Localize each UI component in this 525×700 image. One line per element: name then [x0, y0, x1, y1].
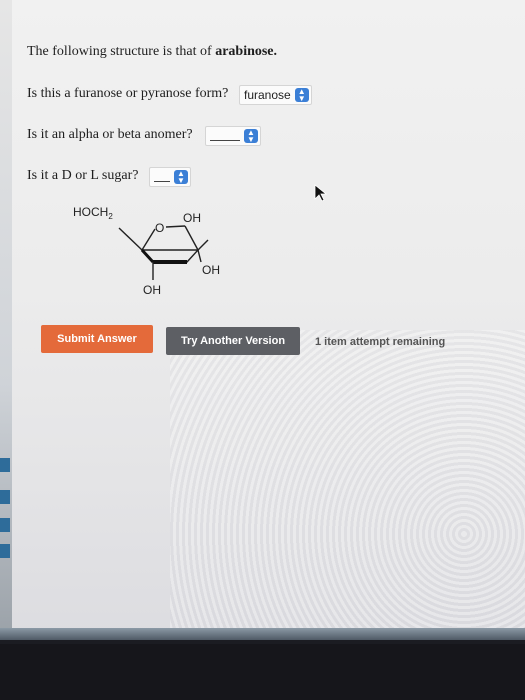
- question-ring-form: Is this a furanose or pyranose form?: [27, 86, 229, 101]
- d-l-select-empty: [154, 173, 170, 182]
- attempts-remaining: 1 item attempt remaining: [315, 336, 446, 348]
- browser-screen: The following structure is that of arabi…: [0, 0, 525, 640]
- screen-glare: [170, 330, 525, 640]
- chevron-updown-icon: ▲ ▼: [174, 170, 188, 185]
- submit-answer-button[interactable]: Submit Answer: [41, 325, 153, 353]
- monitor-frame: [0, 644, 525, 700]
- side-tab-1[interactable]: [0, 458, 10, 472]
- hoch2-label: HOCH2: [73, 205, 113, 221]
- side-tab-3[interactable]: [0, 518, 10, 532]
- side-tab-4[interactable]: [0, 544, 10, 558]
- try-another-version-button[interactable]: Try Another Version: [166, 327, 300, 355]
- anomer-select[interactable]: ▲ ▼: [205, 126, 261, 146]
- intro-text: The following structure is that of arabi…: [27, 44, 278, 59]
- oh-right-label: OH: [202, 263, 220, 277]
- anomer-select-empty: [210, 132, 240, 141]
- oh-top-label: OH: [183, 211, 201, 225]
- question-d-l: Is it a D or L sugar?: [27, 168, 139, 183]
- chevron-updown-icon: ▲ ▼: [244, 129, 258, 144]
- arabinose-structure: HOCH2 O OH OH OH: [73, 205, 220, 297]
- ring-oxygen-label: O: [155, 221, 164, 235]
- chevron-updown-icon: ▲ ▼: [294, 88, 309, 103]
- ring-form-select[interactable]: furanose ▲ ▼: [239, 85, 312, 105]
- sugar-name: arabinose.: [215, 44, 278, 59]
- question-anomer: Is it an alpha or beta anomer?: [27, 127, 193, 142]
- monitor-bezel: [0, 628, 525, 640]
- d-l-select[interactable]: ▲ ▼: [149, 167, 191, 187]
- side-tab-2[interactable]: [0, 490, 10, 504]
- ring-form-select-value: furanose: [244, 88, 291, 102]
- oh-bottom-label: OH: [143, 283, 161, 297]
- mouse-cursor-icon: [314, 184, 327, 202]
